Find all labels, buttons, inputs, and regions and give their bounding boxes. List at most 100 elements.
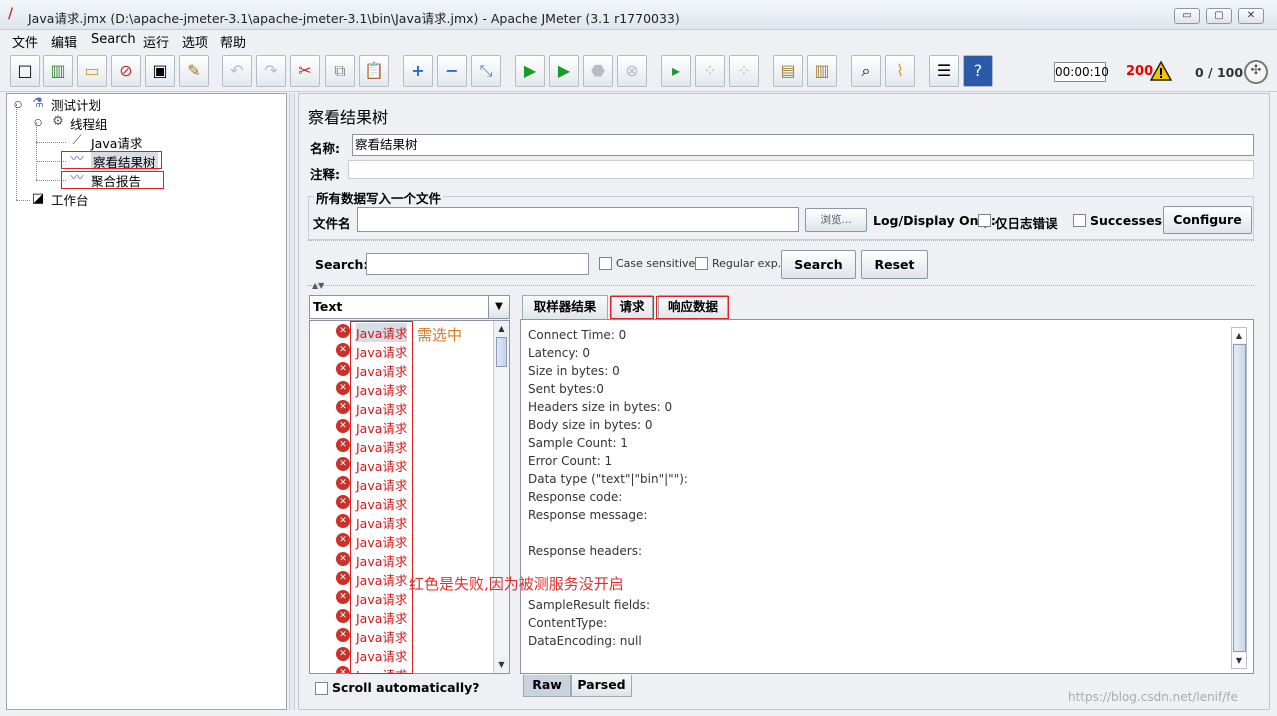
tree-item-test-plan[interactable]: 测试计划 <box>51 95 101 114</box>
redo-icon[interactable]: ↷ <box>256 55 286 87</box>
filename-input[interactable] <box>357 207 799 232</box>
error-shield-icon: ✕ <box>336 514 350 528</box>
detail-line: Error Count: 1 <box>528 454 613 468</box>
tab-sampler-result[interactable]: 取样器结果 <box>522 295 608 319</box>
configure-button[interactable]: Configure <box>1163 206 1252 234</box>
open-folder-icon[interactable]: ▭ <box>77 55 107 87</box>
expand-toggle-icon[interactable]: ○ <box>9 96 27 114</box>
regex-checkbox[interactable] <box>695 257 708 270</box>
successes-checkbox[interactable] <box>1073 214 1086 227</box>
expand-toggle-icon[interactable]: ○ <box>29 114 47 132</box>
maximize-button[interactable]: ▢ <box>1206 8 1232 24</box>
search-binoculars-icon[interactable]: ⌕ <box>851 55 881 87</box>
tab-parsed[interactable]: Parsed <box>571 675 632 697</box>
clear-all-icon[interactable]: ▥ <box>807 55 837 87</box>
menu-run[interactable]: 运行 <box>143 32 169 51</box>
stop-icon[interactable]: ⬣ <box>583 55 613 87</box>
jmeter-feather-icon: / <box>8 6 14 22</box>
start-no-pause-icon[interactable]: ▶ <box>549 55 579 87</box>
close-button[interactable]: ✕ <box>1238 8 1264 24</box>
name-label: 名称: <box>310 141 340 156</box>
save-as-icon[interactable]: ✎ <box>179 55 209 87</box>
error-shield-icon: ✕ <box>336 628 350 642</box>
search-input[interactable] <box>366 253 589 275</box>
toggle-icon[interactable]: ⤡ <box>471 55 501 87</box>
test-plan-tree[interactable]: ○ ⚗ 测试计划 ○ ⚙ 线程组 ⟋ Java请求 〰 察看结果树 〰 聚合报告… <box>6 93 287 710</box>
remote-stop-icon[interactable]: ⁘ <box>695 55 725 87</box>
function-helper-icon[interactable]: ☰ <box>929 55 959 87</box>
renderer-select[interactable]: Text <box>309 295 510 319</box>
split-divider[interactable] <box>308 285 1254 291</box>
scroll-down-icon[interactable]: ▼ <box>1232 653 1246 668</box>
copy-icon[interactable]: ⧉ <box>325 55 355 87</box>
remote-globe-icon[interactable]: ✣ <box>1244 60 1268 84</box>
paste-icon[interactable]: 📋 <box>359 55 389 87</box>
templates-icon[interactable]: ▥ <box>43 55 73 87</box>
help-icon[interactable]: ? <box>963 55 993 87</box>
menu-help[interactable]: 帮助 <box>220 32 246 51</box>
detail-line: Latency: 0 <box>528 346 591 360</box>
new-file-icon[interactable]: □ <box>10 55 40 87</box>
search-button[interactable]: Search <box>781 250 856 279</box>
close-file-icon[interactable]: ⊘ <box>111 55 141 87</box>
annotation-selected: 需选中 <box>417 326 463 344</box>
case-sensitive-label: Case sensitive <box>616 257 696 270</box>
page-title: 察看结果树 <box>308 108 389 127</box>
sampler-result-detail[interactable] <box>520 319 1254 674</box>
errors-only-checkbox[interactable] <box>978 214 991 227</box>
collapse-icon[interactable]: − <box>437 55 467 87</box>
scroll-automatically-checkbox[interactable] <box>315 682 328 695</box>
file-output-title: 所有数据写入一个文件 <box>314 188 444 207</box>
error-shield-icon: ✕ <box>336 343 350 357</box>
case-sensitive-checkbox[interactable] <box>599 257 612 270</box>
remote-start-icon[interactable]: ▸ <box>661 55 691 87</box>
detail-line: SampleResult fields: <box>528 598 651 612</box>
save-icon[interactable]: ▣ <box>145 55 175 87</box>
elapsed-timer: 00:00:10 <box>1054 62 1109 82</box>
clear-icon[interactable]: ▤ <box>773 55 803 87</box>
start-icon[interactable]: ▶ <box>515 55 545 87</box>
cut-icon[interactable]: ✂ <box>290 55 320 87</box>
error-shield-icon: ✕ <box>336 609 350 623</box>
name-field[interactable]: 察看结果树 <box>352 134 1254 156</box>
scroll-up-icon[interactable]: ▲ <box>494 321 509 336</box>
error-shield-icon: ✕ <box>336 324 350 338</box>
expand-icon[interactable]: + <box>403 55 433 87</box>
splitter[interactable] <box>289 93 295 710</box>
scroll-thumb[interactable] <box>496 337 507 367</box>
error-shield-icon: ✕ <box>336 590 350 604</box>
scroll-down-icon[interactable]: ▼ <box>494 657 509 672</box>
tree-item-java-request[interactable]: Java请求 <box>91 133 142 152</box>
error-shield-icon: ✕ <box>336 381 350 395</box>
detail-line: Response message: <box>528 508 648 522</box>
tab-raw[interactable]: Raw <box>523 675 571 697</box>
tree-item-workbench[interactable]: 工作台 <box>51 190 89 209</box>
errors-only-label: 仅日志错误 <box>995 216 1058 231</box>
menu-edit[interactable]: 编辑 <box>51 32 77 51</box>
comment-field[interactable] <box>348 160 1254 179</box>
error-shield-icon: ✕ <box>336 495 350 509</box>
browse-button[interactable]: 浏览... <box>805 208 867 232</box>
detail-scrollbar[interactable]: ▲ ▼ <box>1231 327 1247 669</box>
undo-icon[interactable]: ↶ <box>222 55 252 87</box>
minimize-button[interactable]: ▭ <box>1174 8 1200 24</box>
remote-shutdown-icon[interactable]: ⁘ <box>729 55 759 87</box>
menu-options[interactable]: 选项 <box>182 32 208 51</box>
highlight-box-results-tree <box>61 151 162 169</box>
menu-file[interactable]: 文件 <box>12 32 38 51</box>
scroll-up-icon[interactable]: ▲ <box>1232 328 1246 343</box>
error-shield-icon: ✕ <box>336 362 350 376</box>
successes-label: Successes <box>1090 213 1162 228</box>
shutdown-icon[interactable]: ⊗ <box>617 55 647 87</box>
list-scrollbar[interactable]: ▲ ▼ <box>493 321 509 673</box>
detail-line: Response code: <box>528 490 623 504</box>
collapse-arrows-icon[interactable]: ▲▼ <box>312 281 324 290</box>
highlight-box-request-tab <box>610 296 654 319</box>
reset-search-broom-icon[interactable]: ⌇ <box>885 55 915 87</box>
tree-item-thread-group[interactable]: 线程组 <box>70 114 108 133</box>
chevron-down-icon[interactable]: ▼ <box>488 296 509 318</box>
menu-search[interactable]: Search <box>91 32 136 47</box>
warning-icon[interactable] <box>1150 60 1172 82</box>
reset-button[interactable]: Reset <box>861 250 928 279</box>
scroll-thumb[interactable] <box>1233 344 1246 652</box>
